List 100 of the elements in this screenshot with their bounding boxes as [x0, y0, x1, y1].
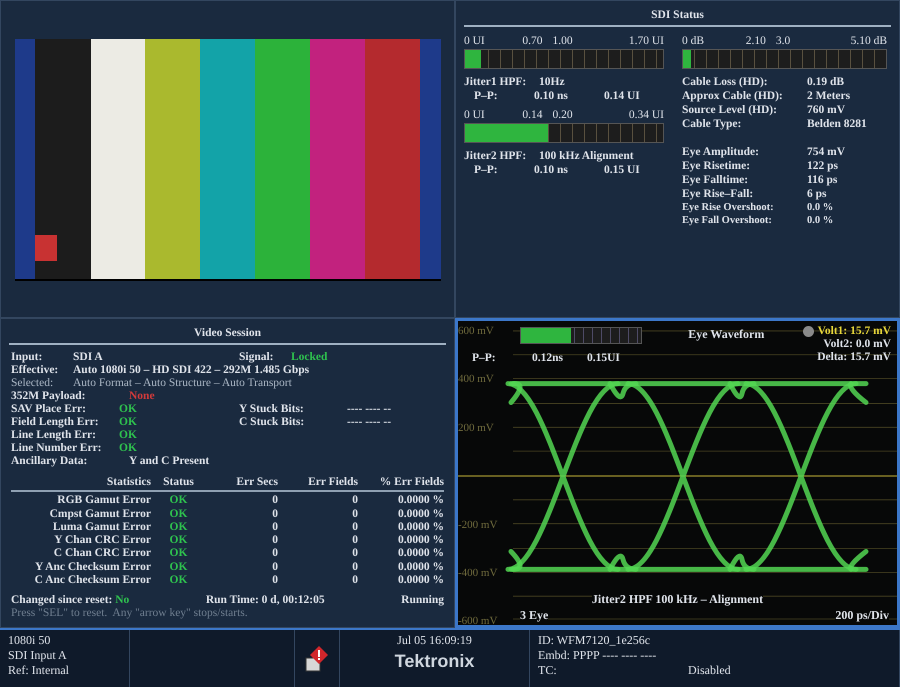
table-cell-text: OK — [168, 520, 188, 534]
status-text: Embd: PPPP ---- ---- ---- — [538, 648, 658, 663]
field-label: Changed since reset: — [11, 594, 112, 606]
hint-text: Press "SEL" to reset. Any "arrow key" stops/starts. — [11, 607, 249, 620]
field-value: Y and C Present — [129, 455, 210, 468]
table-cell-text: OK — [168, 494, 188, 508]
table-cell-text: 0 — [351, 494, 358, 508]
field-label: Ancillary Data: — [11, 455, 88, 468]
field-label: Jitter1 HPF: — [464, 75, 528, 89]
status-text: 1080i 50 — [8, 633, 52, 648]
field-label: 352M Payload: — [11, 390, 86, 403]
scale-label: 0.20 — [552, 109, 573, 121]
eye-mode: 3 Eye — [520, 608, 548, 623]
table-cell-text: 0 — [271, 574, 278, 588]
field-value: 0.15 UI — [604, 163, 640, 177]
brand-logo: Tektronix — [394, 654, 476, 669]
status-text: SDI Input A — [8, 648, 68, 663]
field-label: Eye Risetime: — [682, 159, 752, 173]
table-cell-text: OK — [168, 508, 188, 521]
field-value: Locked — [291, 351, 328, 364]
panel-title: SDI Status — [464, 1, 891, 27]
axis-label: -400 mV — [458, 567, 498, 579]
scale-label: 0 UI — [464, 109, 486, 121]
axis-label: 400 mV — [458, 373, 494, 386]
field-value: 10Hz — [539, 75, 565, 89]
table-cell-text: 0 — [351, 560, 358, 574]
field-label: Eye Falltime: — [682, 173, 750, 187]
field-value: 0.10 ns — [534, 163, 569, 177]
table-cell-text: 0.0000 % — [397, 574, 444, 588]
panel-title: Video Session — [9, 319, 446, 345]
field-value: Disabled — [688, 663, 731, 678]
field-value: ---- ---- -- — [347, 403, 392, 416]
scale-label: 3.0 — [776, 35, 790, 47]
field-value: 116 ps — [807, 173, 838, 187]
field-label: Eye Fall Overshoot: — [682, 214, 773, 227]
table-cell-text: C Chan CRC Error — [52, 547, 151, 561]
axis-label: -200 mV — [458, 518, 498, 531]
axis-label: 200 mV — [458, 422, 494, 434]
table-cell-text: OK — [168, 560, 188, 574]
scale-label: 2.10 — [746, 35, 766, 47]
table-cell-text: 0.0000 % — [397, 547, 444, 561]
field-label: Source Level (HD): — [682, 103, 778, 117]
table-cell-text: 0.0000 % — [397, 534, 444, 548]
timebase: 200 ps/Div — [835, 608, 889, 623]
field-value: 0.14 UI — [604, 89, 640, 103]
status-text: Ref: Internal — [8, 663, 70, 678]
field-value: OK — [119, 416, 138, 429]
panel-title: Eye Waveform — [687, 326, 766, 343]
scale-label: 0 dB — [682, 35, 706, 47]
column-header: Err Fields — [307, 476, 358, 490]
field-value: Belden 8281 — [807, 117, 868, 131]
table-cell-text: 0 — [271, 520, 278, 534]
field-value: OK — [119, 429, 138, 442]
table-cell-text: Y Anc Checksum Error — [34, 560, 151, 574]
field-label: P–P: — [474, 89, 499, 103]
warning-icon — [304, 644, 330, 674]
table-cell-text: 0.0000 % — [397, 508, 444, 521]
run-state: Running — [401, 593, 444, 608]
field-value: Auto 1080i 50 – HD SDI 422 – 292M 1.485 Gbps — [73, 364, 310, 377]
field-label: Cable Type: — [682, 117, 742, 131]
field-value: 754 mV — [807, 145, 846, 159]
table-cell-text: 0.0000 % — [397, 520, 444, 534]
table-cell-text: RGB Gamut Error — [56, 494, 151, 508]
table-cell-text: 0.0000 % — [397, 560, 444, 574]
field-label: P–P: — [474, 163, 499, 177]
field-value: OK — [119, 403, 138, 416]
cursor-readout: Delta: 15.7 mV — [817, 351, 891, 364]
scale-label: 0.70 — [522, 35, 542, 47]
field-label: Effective: — [11, 364, 60, 377]
cursor-readout: Volt2: 0.0 mV — [823, 338, 891, 351]
cursor-readout: Volt1: 15.7 mV — [802, 325, 891, 338]
table-cell-text: C Anc Checksum Error — [34, 574, 151, 588]
field-label: Eye Rise Overshoot: — [682, 201, 775, 214]
scale-label: 0.14 — [522, 109, 542, 121]
table-cell-text: 0 — [271, 508, 278, 521]
field-label: TC: — [538, 663, 558, 678]
field-value: SDI A — [73, 351, 104, 364]
field-value: Auto Format – Auto Structure – Auto Transport — [73, 377, 292, 390]
field-label: Selected: — [11, 377, 54, 390]
field-label: Jitter2 HPF: — [464, 149, 528, 163]
axis-label: -600 mV — [458, 615, 498, 625]
scale-label: 5.10 dB — [850, 35, 887, 47]
table-cell-text: 0 — [271, 534, 278, 548]
field-value: 0.10 ns — [534, 89, 569, 103]
field-label: Approx Cable (HD): — [682, 89, 784, 103]
table-cell-text: 0 — [351, 534, 358, 548]
field-label: Line Number Err: — [11, 442, 103, 455]
field-label: Input: — [11, 351, 44, 364]
table-cell-text: 0 — [351, 547, 358, 561]
table-cell-text: OK — [168, 547, 188, 561]
table-cell-text: 0 — [351, 574, 358, 588]
field-label: Field Length Err: — [11, 416, 100, 429]
field-label: P–P: — [472, 352, 497, 364]
table-cell-text: Y Chan CRC Error — [53, 534, 151, 548]
field-value: 0.0 % — [807, 201, 834, 214]
field-value: No — [115, 594, 130, 606]
field-label: Signal: — [239, 351, 275, 364]
field-value: 760 mV — [807, 103, 846, 117]
field-value: 100 kHz Alignment — [539, 149, 634, 163]
field-value: 6 ps — [807, 187, 828, 201]
